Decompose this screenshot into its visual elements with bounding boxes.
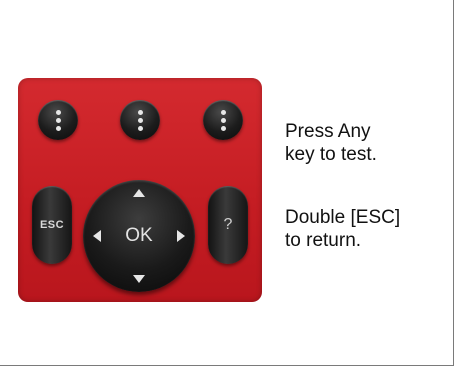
direction-pad: OK <box>83 180 195 292</box>
test-window: ESC OK ? Press Any key to test. Double [… <box>0 0 454 366</box>
vertical-dots-icon <box>137 109 143 131</box>
arrow-down-icon[interactable] <box>133 275 145 283</box>
arrow-up-icon[interactable] <box>133 189 145 197</box>
esc-button[interactable]: ESC <box>32 186 72 264</box>
question-icon: ? <box>223 216 233 233</box>
menu-button-left[interactable] <box>38 100 78 140</box>
remote-keypad: ESC OK ? <box>18 78 262 302</box>
instruction-line-4: to return. <box>285 230 362 251</box>
vertical-dots-icon <box>55 109 61 131</box>
menu-button-right[interactable] <box>203 100 243 140</box>
escape-instruction: Double [ESC] to return. <box>285 206 445 252</box>
instruction-line-1: Press Any <box>285 121 371 142</box>
instruction-line-3: Double [ESC] <box>285 207 401 228</box>
instruction-line-2: key to test. <box>285 144 377 165</box>
arrow-right-icon[interactable] <box>177 230 185 242</box>
press-instruction: Press Any key to test. <box>285 120 445 166</box>
menu-button-center[interactable] <box>120 100 160 140</box>
help-button[interactable]: ? <box>208 186 248 264</box>
arrow-left-icon[interactable] <box>93 230 101 242</box>
vertical-dots-icon <box>220 109 226 131</box>
esc-label: ESC <box>39 219 65 231</box>
ok-button[interactable]: OK <box>117 218 161 254</box>
